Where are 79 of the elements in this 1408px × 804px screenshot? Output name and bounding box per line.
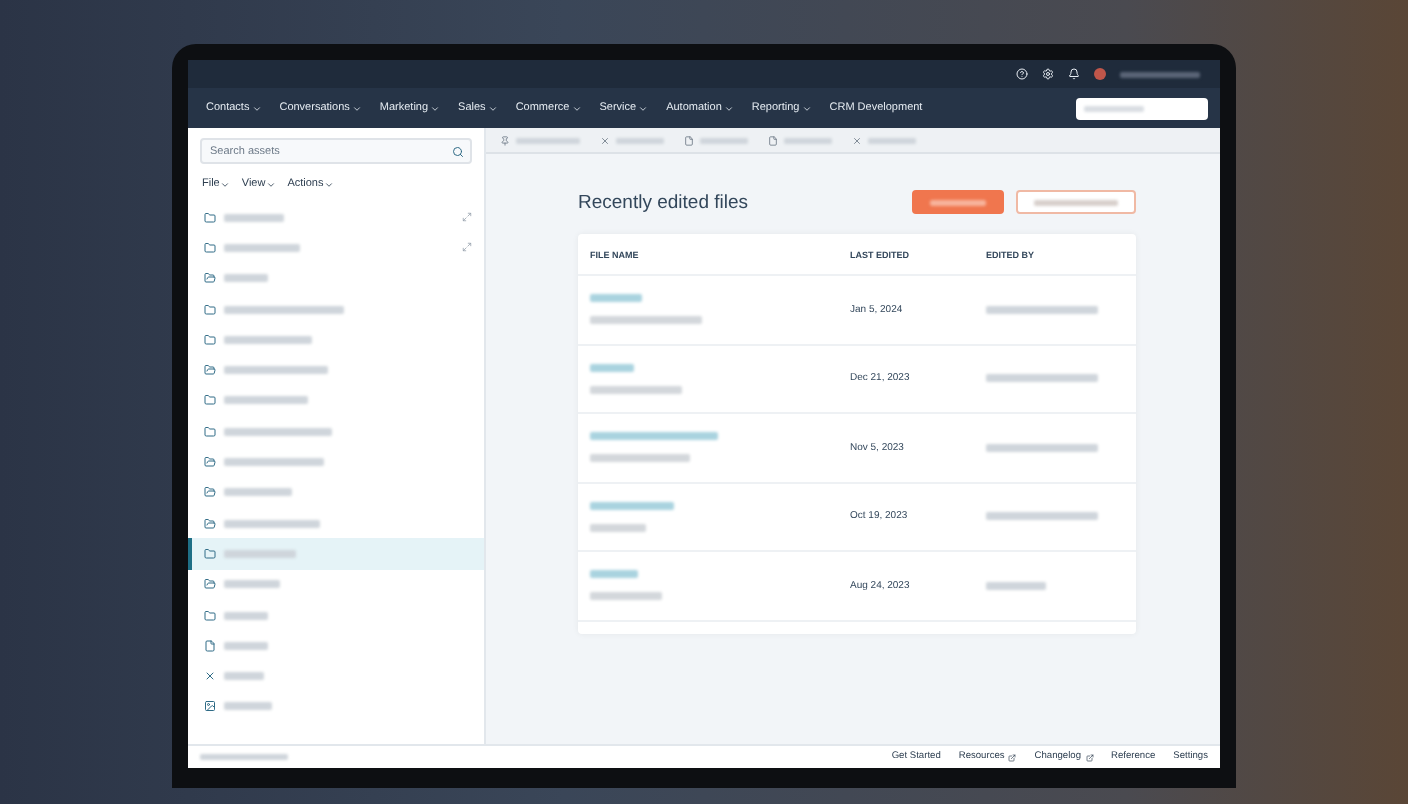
file-icon	[768, 135, 778, 145]
chevron-down-icon	[351, 103, 362, 113]
folder-open-icon	[204, 486, 216, 499]
search-field[interactable]	[1076, 97, 1208, 119]
folder-open-icon	[204, 272, 216, 285]
chevron-down-icon	[487, 103, 498, 113]
folder-icon	[204, 333, 216, 346]
avatar-circle[interactable]	[1094, 68, 1106, 80]
blurred-text	[224, 396, 308, 405]
blurred-text	[590, 385, 682, 394]
blurred-text	[224, 213, 284, 222]
folder-icon	[204, 241, 216, 254]
file-tree-item[interactable]	[188, 538, 484, 570]
blurred-text	[986, 443, 1098, 452]
blurred-text	[224, 427, 332, 436]
blurred-link[interactable]	[590, 294, 642, 303]
chevron-down-icon	[430, 103, 441, 113]
blurred-text	[590, 523, 646, 532]
pin-icon	[500, 135, 510, 145]
chevron-down-icon	[265, 179, 276, 189]
blurred-text	[224, 305, 344, 314]
external-link-icon	[1085, 753, 1094, 761]
chevron-down-icon	[571, 103, 582, 113]
blurred-text	[224, 458, 324, 467]
blurred-text	[224, 580, 280, 589]
chevron-down-icon	[801, 103, 812, 113]
external-link-icon	[1008, 753, 1017, 761]
blurred-link[interactable]	[590, 363, 634, 372]
folder-open-icon	[204, 364, 216, 377]
search-icon	[452, 145, 464, 157]
settings-icon[interactable]	[1042, 68, 1054, 80]
chevron-down-icon	[323, 179, 334, 189]
file-icon	[684, 135, 694, 145]
blurred-text	[1120, 71, 1200, 77]
action-button[interactable]	[912, 190, 1004, 214]
close-icon	[204, 670, 216, 683]
page-title: Recently edited files	[578, 191, 751, 213]
chevron-down-icon	[723, 103, 734, 113]
blurred-text	[590, 316, 702, 325]
blurred-text	[224, 549, 296, 558]
expand-icon[interactable]	[462, 242, 472, 253]
folder-icon	[204, 303, 216, 316]
blurred-text	[200, 754, 288, 760]
blurred-text	[224, 488, 292, 497]
blurred-text	[986, 512, 1098, 521]
folder-open-icon	[204, 578, 216, 591]
chevron-down-icon	[219, 179, 230, 189]
file-icon	[204, 639, 216, 652]
chevron-down-icon	[251, 103, 262, 113]
folder-open-icon	[204, 456, 216, 469]
folder-icon	[204, 211, 216, 224]
blurred-text	[224, 519, 320, 528]
expand-icon[interactable]	[462, 212, 472, 223]
folder-icon	[204, 394, 216, 407]
blurred-text	[224, 366, 328, 375]
help-icon[interactable]	[1016, 68, 1028, 80]
bell-icon[interactable]	[1068, 68, 1080, 80]
blurred-link[interactable]	[590, 501, 674, 510]
image-icon	[204, 700, 216, 713]
folder-icon	[204, 609, 216, 621]
blurred-link[interactable]	[590, 432, 718, 441]
blurred-text	[224, 274, 268, 283]
folder-icon	[204, 547, 216, 560]
blurred-text	[986, 581, 1046, 590]
chevron-down-icon	[638, 103, 649, 113]
blurred-text	[224, 641, 268, 650]
blurred-text	[224, 243, 300, 252]
blurred-text	[224, 672, 264, 681]
blurred-text	[590, 454, 690, 463]
blurred-text	[224, 611, 268, 619]
blurred-text	[224, 702, 272, 711]
blurred-text	[224, 335, 312, 344]
blurred-text	[986, 305, 1098, 314]
folder-icon	[204, 425, 216, 438]
action-button[interactable]	[1016, 190, 1136, 214]
blurred-text	[986, 374, 1098, 383]
folder-open-icon	[204, 517, 216, 530]
blurred-link[interactable]	[590, 570, 638, 579]
blurred-text	[590, 592, 662, 601]
